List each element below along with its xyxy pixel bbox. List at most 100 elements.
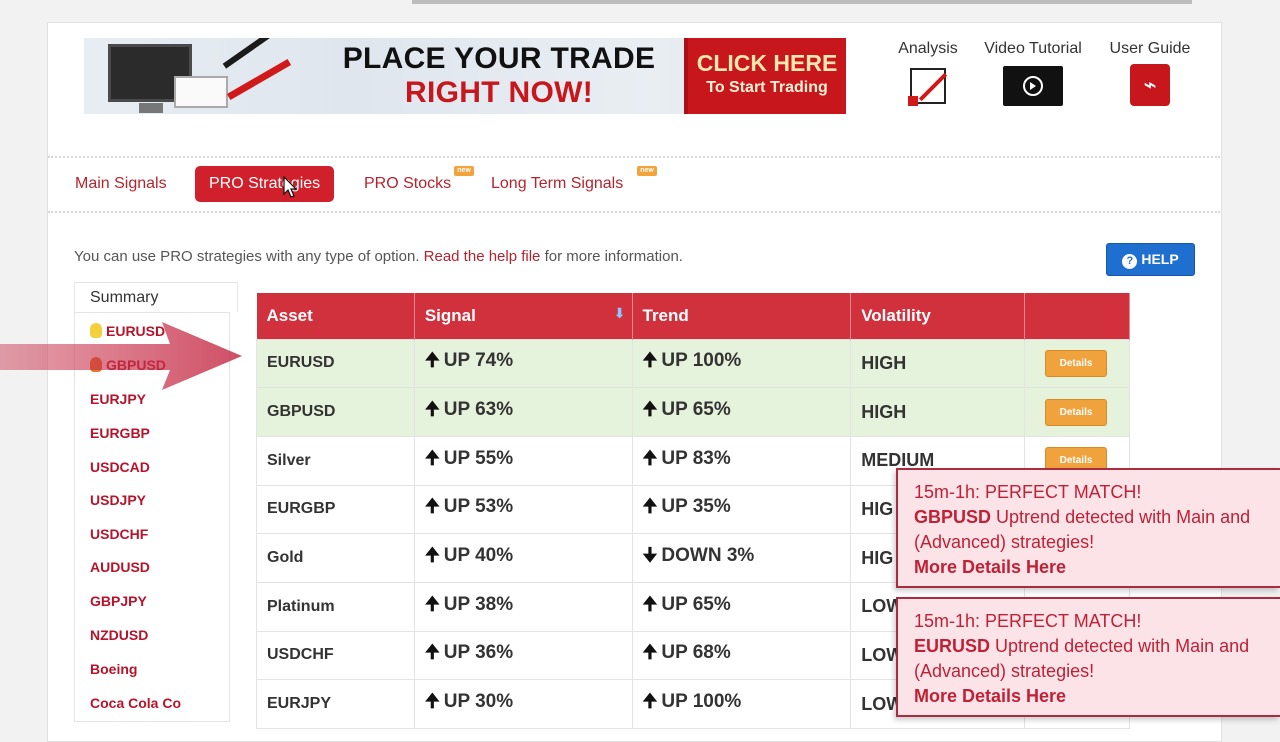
asset-cell: Gold <box>256 533 415 583</box>
signal-cell: 🠉 UP 36% <box>413 630 633 681</box>
top-scroll-bar <box>412 0 1192 4</box>
popup-text: (Advanced) strategies! <box>914 661 1095 681</box>
details-button[interactable]: Details <box>1045 349 1108 377</box>
laptop-graphic <box>174 76 228 108</box>
signal-alert-popup[interactable]: 15m-1h: PERFECT MATCH! EURUSD Uptrend de… <box>896 597 1280 717</box>
signal-cell: 🠉 UP 53% <box>413 484 633 535</box>
sidebar-item-usdjpy[interactable]: USDJPY <box>90 492 146 508</box>
trend-cell: 🠉 UP 35% <box>631 484 852 535</box>
arrow-up-icon: 🠉 <box>424 350 440 371</box>
arrow-up-icon: 🠉 <box>424 545 440 566</box>
trend-value: UP 83% <box>661 447 731 469</box>
signal-cell: 🠉 UP 63% <box>413 387 633 437</box>
sidebar-item-nzdusd[interactable]: NZDUSD <box>90 627 148 643</box>
col-asset[interactable]: Asset <box>256 293 415 339</box>
signal-cell: 🠉 UP 74% <box>413 338 633 389</box>
banner-headline-line2: RIGHT NOW! <box>405 76 593 109</box>
pdf-icon: ⌁ <box>1130 64 1170 106</box>
trend-cell: 🠉 UP 100% <box>631 679 852 729</box>
summary-tab[interactable]: Summary <box>74 282 238 312</box>
col-signal[interactable]: Signal ⬇ <box>414 293 633 339</box>
actions-cell: Details <box>1024 387 1130 437</box>
col-signal-label: Signal <box>424 305 476 325</box>
black-arrow-graphic <box>222 38 276 69</box>
more-details-link[interactable]: More Details Here <box>914 684 1280 709</box>
red-arrow-graphic <box>226 58 292 101</box>
video-tutorial-label: Video Tutorial <box>984 40 1082 57</box>
trend-value: UP 65% <box>661 593 731 615</box>
arrow-down-icon: 🠋 <box>642 545 658 566</box>
tab-pro-strategies[interactable]: PRO Strategies <box>195 166 335 202</box>
arrow-up-icon: 🠉 <box>424 496 440 517</box>
actions-cell: Details <box>1024 338 1130 389</box>
trend-cell: 🠉 UP 100% <box>631 338 852 389</box>
signal-cell: 🠉 UP 40% <box>413 533 633 583</box>
signal-value: UP 30% <box>443 691 514 713</box>
signal-alert-popup[interactable]: 15m-1h: PERFECT MATCH! GBPUSD Uptrend de… <box>896 468 1280 588</box>
divider <box>48 211 1220 213</box>
signal-value: UP 36% <box>443 642 514 664</box>
trend-value: DOWN 3% <box>661 545 755 567</box>
volatility-cell: HIGH <box>850 338 1026 389</box>
arrow-up-icon: 🠉 <box>642 350 658 371</box>
arrow-up-icon: 🠉 <box>424 593 440 614</box>
new-badge: new <box>454 166 474 176</box>
video-play-icon <box>1003 66 1063 106</box>
sidebar-item-boeing[interactable]: Boeing <box>90 661 137 677</box>
cta-line1: CLICK HERE <box>696 50 838 76</box>
analysis-link[interactable]: Analysis <box>892 40 964 120</box>
divider <box>48 156 1220 158</box>
arrow-up-icon: 🠉 <box>424 447 440 468</box>
sort-down-icon[interactable]: ⬇ <box>614 305 626 322</box>
col-volatility[interactable]: Volatility <box>850 293 1026 339</box>
popup-asset: GBPUSD <box>914 507 992 527</box>
user-guide-link[interactable]: User Guide ⌁ <box>1102 40 1198 120</box>
asset-cell: GBPUSD <box>256 387 415 437</box>
signal-value: UP 63% <box>443 399 514 421</box>
col-trend[interactable]: Trend <box>632 293 852 339</box>
trend-cell: 🠋 DOWN 3% <box>631 533 852 583</box>
signal-cell: 🠉 UP 30% <box>413 679 633 729</box>
banner-headline-line1: PLACE YOUR TRADE <box>342 42 656 75</box>
signal-value: UP 74% <box>443 350 514 372</box>
sidebar-item-eurgbp[interactable]: EURGBP <box>90 425 150 441</box>
arrow-up-icon: 🠉 <box>424 642 440 663</box>
more-details-link[interactable]: More Details Here <box>914 555 1280 580</box>
popup-text: (Advanced) strategies! <box>914 532 1095 552</box>
trend-cell: 🠉 UP 68% <box>631 630 852 681</box>
tab-long-term-signals[interactable]: Long Term Signals <box>491 166 623 202</box>
tab-pro-stocks[interactable]: PRO Stocks <box>364 166 451 202</box>
trend-cell: 🠉 UP 65% <box>631 581 852 632</box>
sidebar-item-gbpjpy[interactable]: GBPJPY <box>90 593 147 609</box>
arrow-up-icon: 🠉 <box>642 593 658 614</box>
asset-cell: EURJPY <box>256 679 415 729</box>
asset-cell: Silver <box>256 435 415 486</box>
trend-cell: 🠉 UP 83% <box>631 435 852 486</box>
banner-headline: PLACE YOUR TRADE RIGHT NOW! <box>334 42 664 110</box>
asset-cell: EURUSD <box>256 338 415 389</box>
new-badge: new <box>637 166 657 176</box>
popup-asset: EURUSD <box>914 636 991 656</box>
video-tutorial-link[interactable]: Video Tutorial <box>975 40 1091 120</box>
signal-value: UP 53% <box>443 496 514 518</box>
arrow-up-icon: 🠉 <box>642 399 658 420</box>
sidebar-item-usdchf[interactable]: USDCHF <box>90 526 148 542</box>
help-file-link[interactable]: Read the help file <box>424 248 541 265</box>
table-row: EURUSD 🠉 UP 74% 🠉 UP 100% HIGH Details <box>256 338 1130 389</box>
info-before: You can use PRO strategies with any type… <box>74 248 420 265</box>
details-button[interactable]: Details <box>1045 398 1108 426</box>
tab-main-signals[interactable]: Main Signals <box>75 166 167 202</box>
info-after: for more information. <box>544 248 683 265</box>
analysis-label: Analysis <box>898 40 958 57</box>
sidebar-item-audusd[interactable]: AUDUSD <box>90 559 150 575</box>
sidebar-item-usdcad[interactable]: USDCAD <box>90 459 150 475</box>
trend-value: UP 68% <box>661 642 731 664</box>
popup-title: 15m-1h: PERFECT MATCH! <box>914 611 1142 631</box>
volatility-cell: HIGH <box>850 387 1026 437</box>
help-button[interactable]: ? HELP <box>1106 243 1195 276</box>
arrow-up-icon: 🠉 <box>424 691 440 712</box>
sidebar-item-coca-cola[interactable]: Coca Cola Co <box>90 695 181 711</box>
trade-banner[interactable]: PLACE YOUR TRADE RIGHT NOW! CLICK HERE T… <box>84 38 846 114</box>
arrow-up-icon: 🠉 <box>642 642 658 663</box>
start-trading-button[interactable]: CLICK HERE To Start Trading <box>684 38 846 114</box>
